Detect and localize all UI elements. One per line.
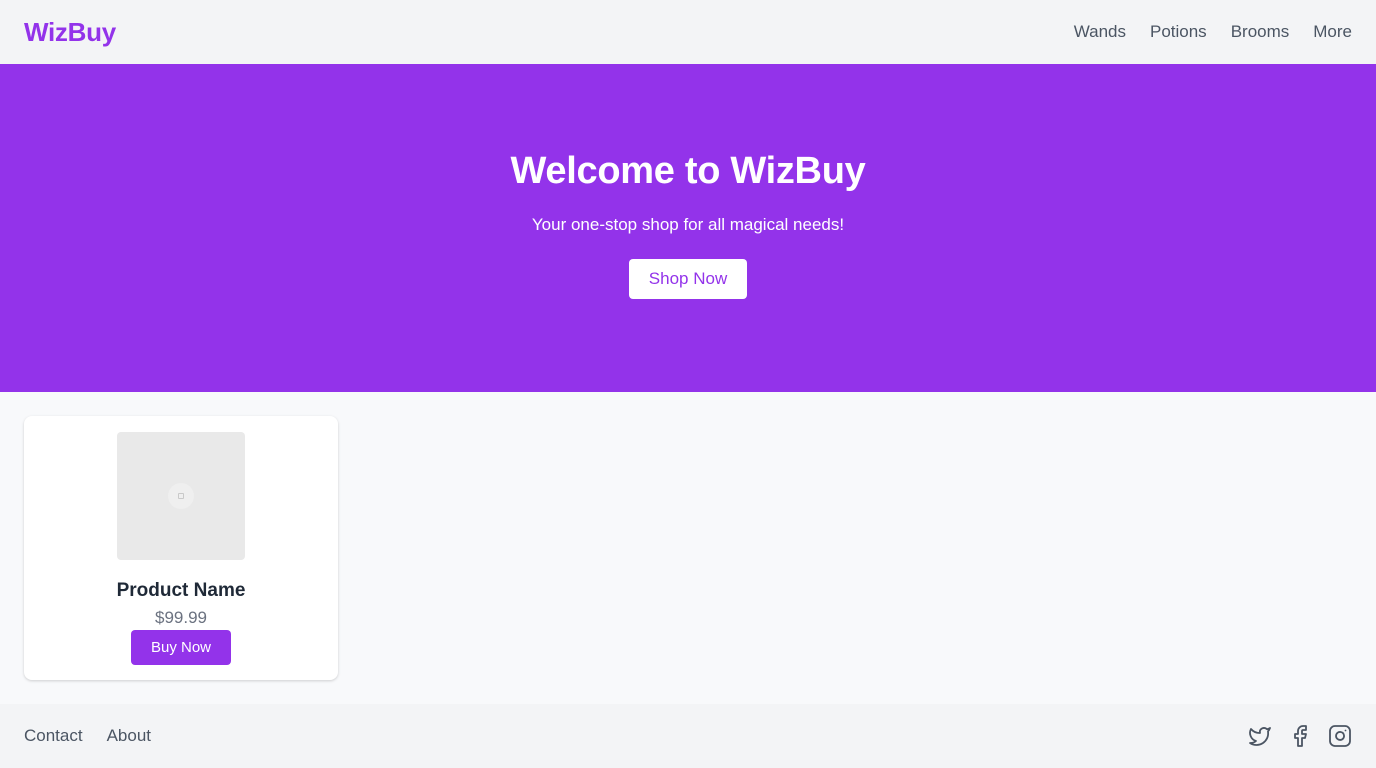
nav-link-potions[interactable]: Potions <box>1150 22 1207 42</box>
facebook-icon[interactable] <box>1288 724 1312 748</box>
product-price: $99.99 <box>155 608 207 627</box>
footer-link-contact[interactable]: Contact <box>24 726 83 746</box>
product-card: Product Name $99.99 Buy Now <box>24 416 338 680</box>
social-links <box>1248 724 1352 748</box>
footer: Contact About <box>0 704 1376 768</box>
product-image <box>117 432 245 560</box>
twitter-icon[interactable] <box>1248 724 1272 748</box>
nav-link-brooms[interactable]: Brooms <box>1231 22 1290 42</box>
nav-links: Wands Potions Brooms More <box>1074 22 1352 42</box>
hero-banner: Welcome to WizBuy Your one-stop shop for… <box>0 64 1376 392</box>
instagram-icon[interactable] <box>1328 724 1352 748</box>
brand-logo[interactable]: WizBuy <box>24 17 116 48</box>
footer-link-about[interactable]: About <box>107 726 151 746</box>
navbar: WizBuy Wands Potions Brooms More <box>0 0 1376 64</box>
buy-now-button[interactable]: Buy Now <box>131 630 231 665</box>
footer-links: Contact About <box>24 726 151 746</box>
shop-now-button[interactable]: Shop Now <box>629 259 747 299</box>
product-name: Product Name <box>116 580 246 601</box>
hero-subtitle: Your one-stop shop for all magical needs… <box>531 215 845 234</box>
image-placeholder-icon <box>168 483 194 509</box>
hero-title: Welcome to WizBuy <box>510 150 866 192</box>
nav-link-wands[interactable]: Wands <box>1074 22 1126 42</box>
nav-link-more[interactable]: More <box>1313 22 1352 42</box>
